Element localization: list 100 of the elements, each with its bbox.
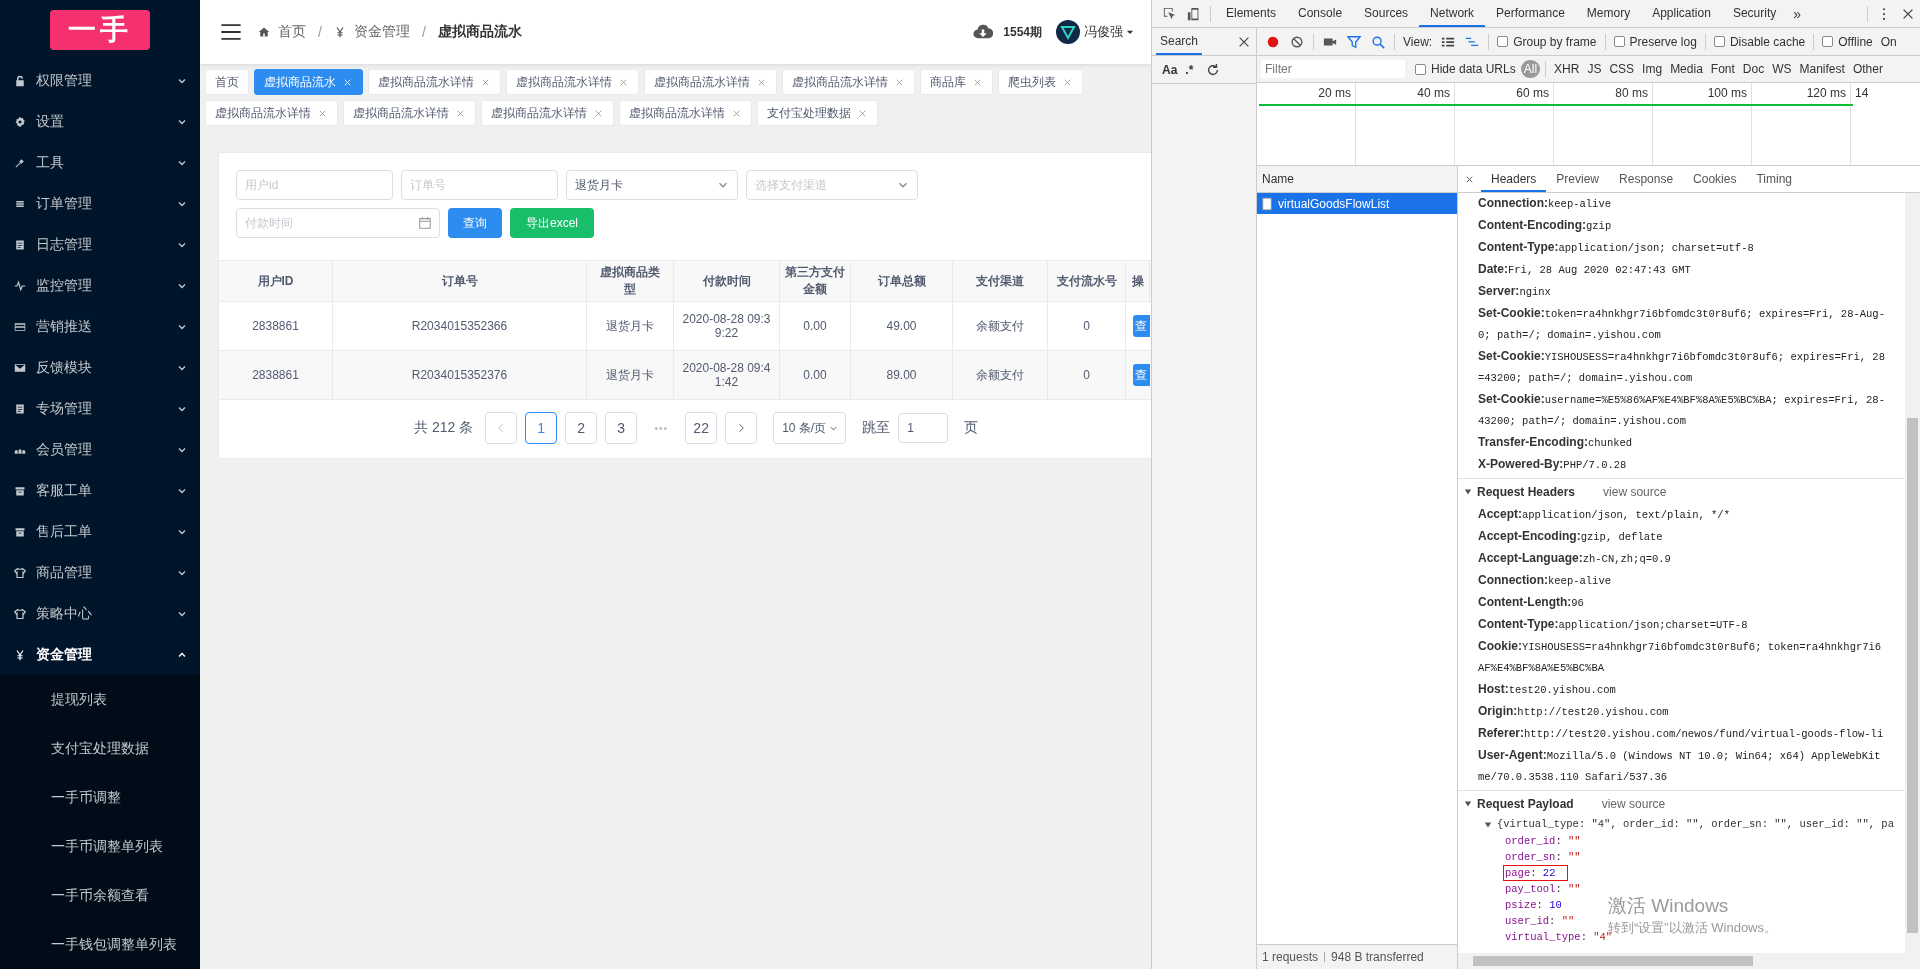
detail-tab[interactable]: Response: [1609, 166, 1684, 192]
page-tab[interactable]: 虚拟商品流水详情: [644, 69, 777, 95]
breadcrumb-link[interactable]: 虚拟商品流水: [437, 23, 522, 41]
checkbox-label[interactable]: Offline: [1838, 34, 1873, 49]
throttling-select[interactable]: On: [1880, 34, 1897, 49]
page-tab[interactable]: 支付宝处理数据: [757, 100, 878, 126]
device-icon[interactable]: [1187, 6, 1201, 21]
page-tab[interactable]: 虚拟商品流水详情: [481, 100, 614, 126]
type-filter[interactable]: Doc: [1739, 60, 1768, 78]
devtools-tab[interactable]: Memory: [1575, 0, 1642, 27]
devtools-tab[interactable]: Security: [1721, 0, 1788, 27]
view-source-link[interactable]: view source: [1603, 485, 1667, 499]
refresh-icon[interactable]: [1206, 62, 1221, 77]
checkbox[interactable]: [1497, 36, 1509, 47]
menu-item[interactable]: 策略中心: [0, 593, 200, 634]
type-filter[interactable]: JS: [1584, 60, 1605, 78]
checkbox[interactable]: [1415, 63, 1426, 75]
triangle-icon[interactable]: [1484, 820, 1492, 829]
avatar-icon[interactable]: [1056, 20, 1080, 44]
view-source-link[interactable]: view source: [1601, 797, 1666, 811]
triangle-icon[interactable]: [1464, 488, 1472, 496]
section-title[interactable]: Request Payload: [1477, 797, 1574, 811]
record-icon[interactable]: [1266, 34, 1280, 49]
page-tab[interactable]: 爬虫列表: [998, 69, 1083, 95]
menu-item[interactable]: 营销推送: [0, 306, 200, 347]
type-filter[interactable]: Other: [1849, 60, 1886, 78]
page-tab[interactable]: 虚拟商品流水详情: [506, 69, 639, 95]
scrollbar[interactable]: [1905, 193, 1920, 953]
menu-item[interactable]: 反馈模块: [0, 347, 200, 388]
checkbox-label[interactable]: Preserve log: [1629, 34, 1697, 49]
more-tabs-button[interactable]: »: [1787, 5, 1808, 22]
breadcrumb-link[interactable]: 资金管理: [353, 23, 410, 41]
submenu-item[interactable]: 一手币调整单列表: [0, 822, 200, 871]
page-tab[interactable]: 虚拟商品流水详情: [368, 69, 501, 95]
page-button[interactable]: 2: [565, 412, 598, 444]
checkbox[interactable]: [1613, 36, 1625, 47]
type-filter[interactable]: Img: [1639, 60, 1666, 78]
menu-icon[interactable]: [220, 21, 242, 43]
page-tab[interactable]: 虚拟商品流水详情: [343, 100, 476, 126]
menu-item[interactable]: 商品管理: [0, 552, 200, 593]
input-field[interactable]: 退货月卡: [566, 170, 738, 200]
match-case-toggle[interactable]: Aa: [1162, 62, 1178, 77]
devtools-tab[interactable]: Performance: [1485, 0, 1576, 27]
devtools-tab[interactable]: Sources: [1353, 0, 1420, 27]
detail-tab[interactable]: Preview: [1546, 166, 1610, 192]
menu-item[interactable]: 客服工单: [0, 470, 200, 511]
checkbox-label[interactable]: Hide data URLs: [1431, 62, 1516, 76]
devtools-tab[interactable]: Elements: [1215, 0, 1288, 27]
page-button[interactable]: 22: [685, 412, 718, 444]
checkbox[interactable]: [1822, 36, 1834, 47]
page-tab[interactable]: 商品库: [920, 69, 993, 95]
search-tab[interactable]: Search: [1156, 28, 1203, 55]
page-input[interactable]: 1: [898, 413, 949, 443]
search-icon[interactable]: [1371, 34, 1385, 49]
devtools-tab[interactable]: Application: [1641, 0, 1722, 27]
menu-item[interactable]: 订单管理: [0, 183, 200, 224]
user-name[interactable]: 冯俊强: [1084, 23, 1123, 41]
submenu-item[interactable]: 提现列表: [0, 675, 200, 724]
checkbox[interactable]: [1713, 36, 1725, 47]
checkbox-label[interactable]: Group by frame: [1513, 34, 1597, 49]
inspect-icon[interactable]: [1163, 6, 1177, 21]
clear-icon[interactable]: [1290, 34, 1304, 49]
type-filter[interactable]: XHR: [1551, 60, 1583, 78]
submenu-item[interactable]: 一手币调整: [0, 773, 200, 822]
triangle-icon[interactable]: [1464, 800, 1472, 808]
type-filter[interactable]: Media: [1667, 60, 1706, 78]
devtools-tab[interactable]: Console: [1287, 0, 1354, 27]
type-filter[interactable]: CSS: [1606, 60, 1638, 78]
section-title[interactable]: Request Headers: [1477, 485, 1576, 499]
menu-item[interactable]: 工具: [0, 142, 200, 183]
menu-item[interactable]: 售后工单: [0, 511, 200, 552]
type-filter[interactable]: WS: [1769, 60, 1795, 78]
menu-item[interactable]: 专场管理: [0, 388, 200, 429]
page-tab[interactable]: 虚拟商品流水详情: [782, 69, 915, 95]
menu-item[interactable]: 权限管理: [0, 60, 200, 101]
type-filter[interactable]: Manifest: [1796, 60, 1848, 78]
filter-icon[interactable]: [1347, 34, 1361, 49]
page-tab[interactable]: 虚拟商品流水详情: [205, 100, 338, 126]
page-tab[interactable]: 虚拟商品流水详情: [619, 100, 752, 126]
checkbox-label[interactable]: Disable cache: [1729, 34, 1806, 49]
menu-item[interactable]: 资金管理: [0, 634, 200, 675]
submenu-item[interactable]: 支付宝处理数据: [0, 724, 200, 773]
request-row[interactable]: virtualGoodsFlowList: [1257, 193, 1457, 214]
detail-tab[interactable]: Cookies: [1683, 166, 1747, 192]
page-tab[interactable]: 首页: [205, 69, 249, 95]
filter-field[interactable]: Filter: [1261, 60, 1405, 78]
menu-item[interactable]: 会员管理: [0, 429, 200, 470]
menu-item[interactable]: 监控管理: [0, 265, 200, 306]
submenu-item[interactable]: 一手币余额查看: [0, 871, 200, 920]
scrollbar[interactable]: [1458, 953, 1920, 969]
breadcrumb-link[interactable]: 首页: [278, 23, 306, 41]
page-button[interactable]: 3: [605, 412, 638, 444]
detail-tab[interactable]: Timing: [1746, 166, 1802, 192]
page-size-select[interactable]: 10 条/页: [773, 412, 847, 444]
type-filter[interactable]: Font: [1707, 60, 1738, 78]
regex-toggle[interactable]: .*: [1185, 62, 1194, 77]
menu-item[interactable]: 日志管理: [0, 224, 200, 265]
detail-tab[interactable]: Headers: [1481, 166, 1547, 192]
menu-item[interactable]: 设置: [0, 101, 200, 142]
submenu-item[interactable]: 一手钱包调整单列表: [0, 920, 200, 969]
